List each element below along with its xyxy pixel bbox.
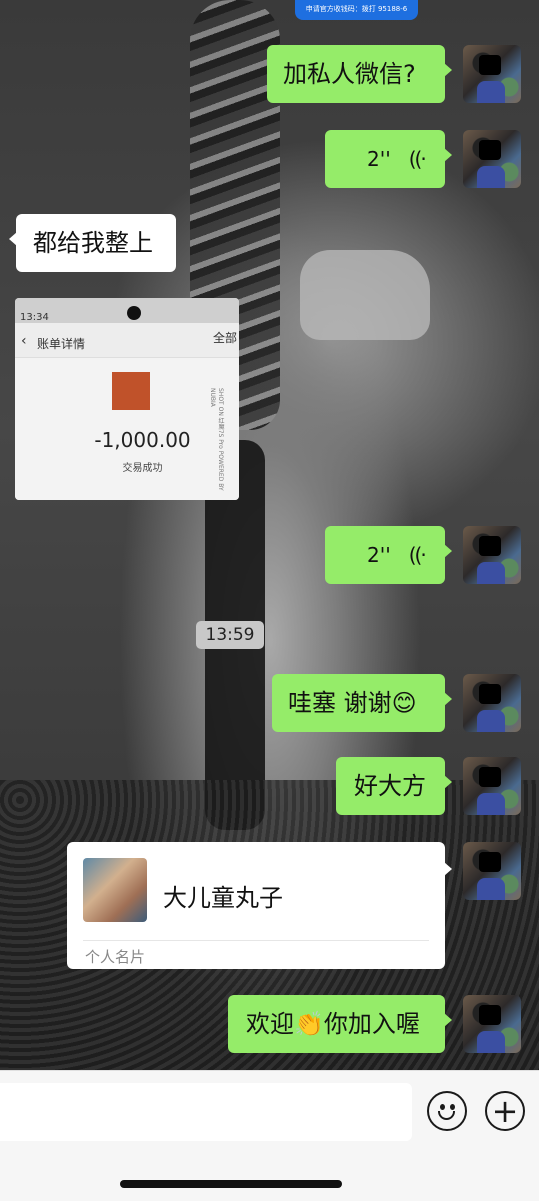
avatar-self[interactable] <box>463 526 521 584</box>
avatar-self[interactable] <box>463 45 521 103</box>
top-qr-banner[interactable]: 申请官方收钱码：拨打 95188-6 <box>295 0 418 20</box>
contact-card-name: 大儿童丸子 <box>163 884 283 912</box>
contact-card-message[interactable]: 大儿童丸子 个人名片 <box>67 842 452 969</box>
merchant-logo-icon <box>112 372 150 410</box>
chat-timestamp: 13:59 <box>196 621 264 649</box>
message-text: 都给我整上 <box>33 229 153 257</box>
home-indicator[interactable] <box>120 1180 342 1188</box>
avatar-self[interactable] <box>463 674 521 732</box>
plus-circle-icon[interactable]: + <box>485 1091 525 1131</box>
contact-card-avatar <box>83 858 147 922</box>
message-bubble-sent[interactable]: 欢迎👏你加入喔 <box>228 995 452 1053</box>
wallpaper-hand <box>300 250 430 340</box>
screenshot-status-bar: 13:34 <box>15 298 239 323</box>
avatar-self[interactable] <box>463 842 521 900</box>
screenshot-header-right: 全部 <box>212 331 237 345</box>
camera-hole-icon <box>127 306 141 320</box>
voice-message-bubble[interactable]: 2'' ((· <box>325 526 452 584</box>
voice-message-bubble[interactable]: 2'' ((· <box>325 130 452 188</box>
avatar-self[interactable] <box>463 130 521 188</box>
image-message-screenshot[interactable]: 13:34 ‹ 账单详情 全部 -1,000.00 交易成功 SHOT ON 红… <box>15 298 239 500</box>
voice-wave-icon: ((· <box>408 147 427 171</box>
voice-duration: 2'' <box>367 543 391 567</box>
screenshot-time: 13:34 <box>20 312 49 323</box>
contact-card-type: 个人名片 <box>85 948 146 966</box>
message-text: 好大方 <box>354 772 426 800</box>
contact-card-divider <box>83 940 429 941</box>
camera-watermark: SHOT ON 红魔7S Pro POWERED BY NUBIA <box>209 388 224 491</box>
message-input[interactable] <box>0 1083 412 1141</box>
message-text: 哇塞 谢谢😊 <box>288 689 417 717</box>
message-bubble-sent[interactable]: 哇塞 谢谢😊 <box>272 674 452 732</box>
transaction-status: 交易成功 <box>122 463 163 474</box>
message-bubble-sent[interactable]: 好大方 <box>336 757 452 815</box>
message-bubble-sent[interactable]: 加私人微信? <box>267 45 452 103</box>
transaction-amount: -1,000.00 <box>94 428 191 452</box>
voice-wave-icon: ((· <box>408 543 427 567</box>
message-bubble-received[interactable]: 都给我整上 <box>9 214 176 272</box>
avatar-self[interactable] <box>463 757 521 815</box>
screenshot-title: 账单详情 <box>37 337 86 351</box>
avatar-self[interactable] <box>463 995 521 1053</box>
back-chevron-icon: ‹ <box>21 333 27 349</box>
message-text: 加私人微信? <box>283 60 416 88</box>
smiley-icon[interactable] <box>427 1091 467 1131</box>
voice-duration: 2'' <box>367 147 391 171</box>
screenshot-header: ‹ 账单详情 全部 <box>15 323 239 358</box>
message-text: 欢迎👏你加入喔 <box>246 1010 420 1038</box>
screenshot-body: -1,000.00 交易成功 SHOT ON 红魔7S Pro POWERED … <box>15 358 239 500</box>
